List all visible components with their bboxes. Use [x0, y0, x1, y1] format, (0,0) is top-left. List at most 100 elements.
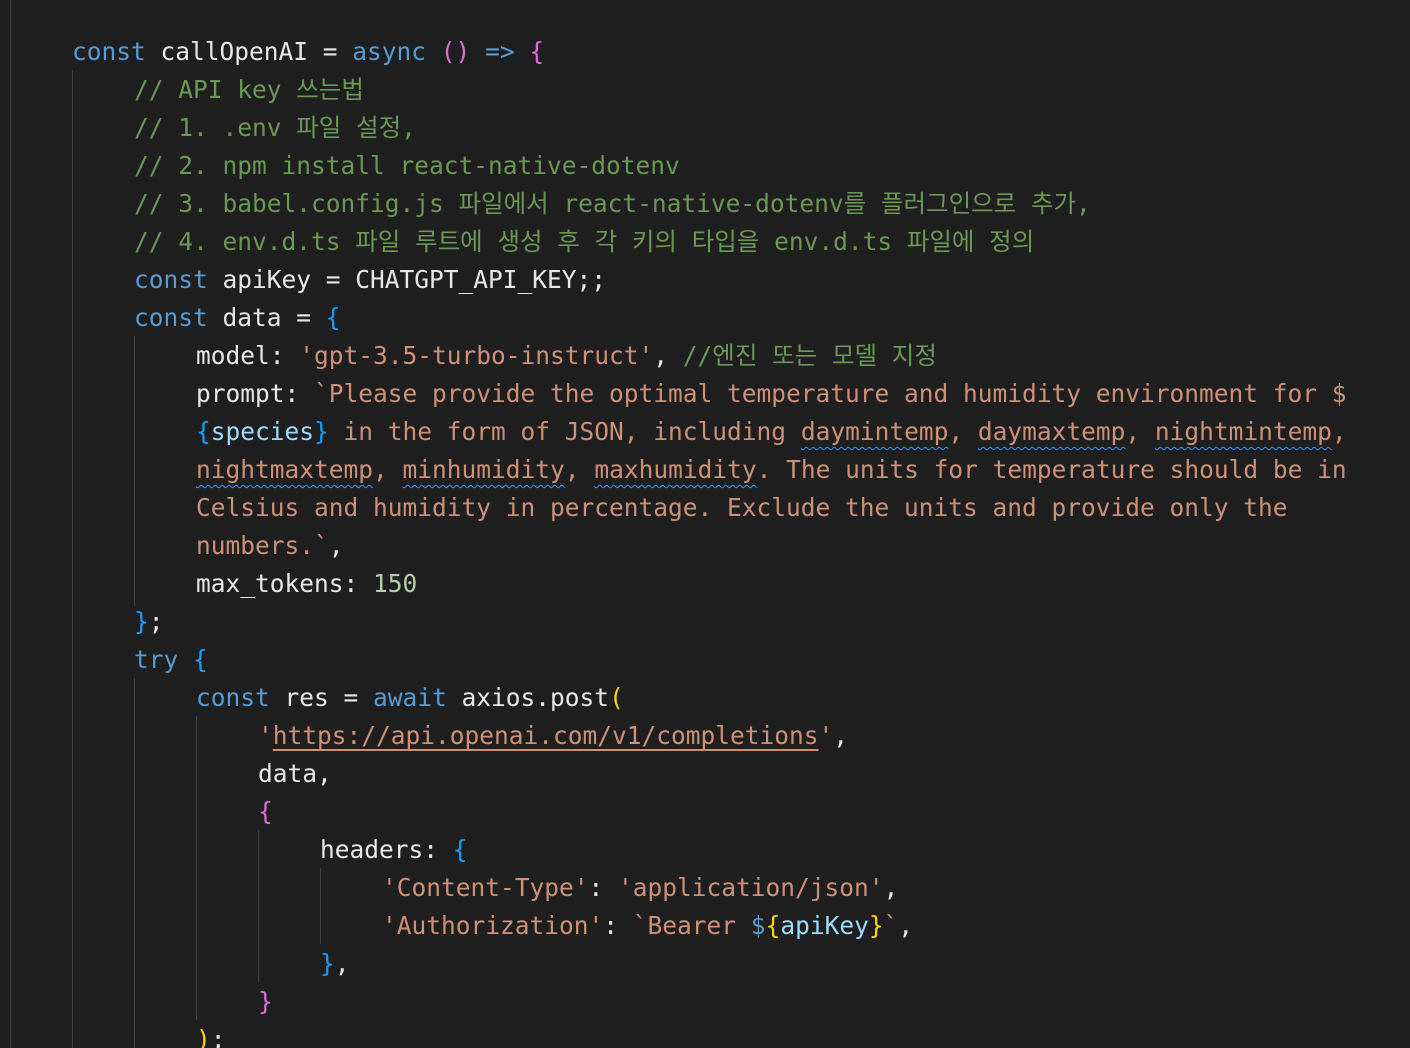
template-string: , [1331, 417, 1347, 446]
template-string: `Please provide the optimal temperature … [314, 379, 1347, 408]
template-string: Celsius and humidity in percentage. Excl… [196, 493, 1288, 522]
code-editor[interactable]: const callOpenAI = async () => { // API … [0, 0, 1410, 1048]
code-line-25[interactable]: }, [320, 945, 350, 983]
close-paren: ) [196, 1025, 211, 1048]
code-line-14[interactable]: numbers.`, [196, 527, 344, 565]
header-key: 'Authorization' [382, 911, 604, 940]
code-line-15[interactable]: max_tokens: 150 [196, 565, 417, 603]
parens: () [426, 37, 471, 66]
template-brace-open: { [196, 417, 211, 446]
property-key: model: [196, 341, 300, 370]
comma: , [328, 531, 344, 560]
code-line-27[interactable]: ); [196, 1021, 226, 1048]
property-key: headers: [320, 835, 453, 864]
template-dollar: $ [750, 911, 766, 940]
comma: , [883, 873, 899, 902]
template-string: ` [883, 911, 899, 940]
spelling-warning[interactable]: daymintemp [801, 417, 949, 446]
code-line-16[interactable]: }; [134, 603, 164, 641]
comma: , [334, 949, 350, 978]
variable-name: apiKey = [207, 265, 356, 294]
template-brace-open: { [765, 911, 781, 940]
code-line-18[interactable]: const res = await axios.post( [196, 679, 624, 717]
indent-guide [320, 868, 321, 944]
code-line-3[interactable]: // 1. .env 파일 설정, [134, 109, 416, 147]
template-string: , [948, 417, 978, 446]
code-line-9[interactable]: model: 'gpt-3.5-turbo-instruct', //엔진 또는… [196, 337, 937, 375]
template-string: . The units for temperature should be in [756, 455, 1347, 484]
spelling-warning[interactable]: nightmaxtemp [196, 455, 373, 484]
code-line-2[interactable]: // API key 쓰는법 [134, 71, 364, 109]
comma: , [653, 341, 683, 370]
comment: // 4. env.d.ts 파일 루트에 생성 후 각 키의 타입을 env.… [134, 227, 1035, 256]
code-line-7[interactable]: const apiKey = CHATGPT_API_KEY;; [134, 261, 606, 299]
keyword-const: const [72, 37, 146, 66]
comma: , [833, 721, 849, 750]
variable-name: data = [207, 303, 326, 332]
quote: ' [818, 721, 834, 750]
method-call: axios.post [446, 683, 610, 712]
keyword-try: try [134, 645, 179, 674]
template-string: `Bearer [632, 911, 751, 940]
code-line-11[interactable]: {species} in the form of JSON, including… [196, 413, 1347, 451]
template-string: in the form of JSON, including [328, 417, 801, 446]
quote: ' [258, 721, 273, 750]
code-line-1[interactable]: const callOpenAI = async () => { [72, 33, 544, 71]
constant-value: CHATGPT_API_KEY [355, 265, 577, 294]
code-line-13[interactable]: Celsius and humidity in percentage. Excl… [196, 489, 1288, 527]
template-brace-close: } [314, 417, 329, 446]
comment: // 2. npm install react-native-dotenv [134, 151, 680, 180]
code-line-21[interactable]: { [258, 793, 273, 831]
comment: // 1. .env 파일 설정, [134, 113, 416, 142]
keyword-const: const [134, 303, 208, 332]
template-string: , [564, 455, 595, 484]
code-line-10[interactable]: prompt: `Please provide the optimal temp… [196, 375, 1347, 413]
keyword-const: const [134, 265, 208, 294]
template-expression: apiKey [780, 911, 869, 940]
semicolon: ; [148, 607, 164, 636]
spelling-warning[interactable]: minhumidity [403, 455, 565, 484]
url-link[interactable]: https://api.openai.com/v1/completions [273, 721, 819, 750]
template-string: , [1125, 417, 1155, 446]
spelling-warning[interactable]: maxhumidity [594, 455, 756, 484]
code-line-23[interactable]: 'Content-Type': 'application/json', [382, 869, 898, 907]
code-line-6[interactable]: // 4. env.d.ts 파일 루트에 생성 후 각 키의 타입을 env.… [134, 223, 1034, 261]
function-name: callOpenAI = [145, 37, 353, 66]
template-brace-close: } [868, 911, 884, 940]
keyword-async: async [352, 37, 427, 66]
spelling-warning[interactable]: nightmintemp [1155, 417, 1332, 446]
open-brace: { [514, 37, 545, 66]
template-string: numbers.` [196, 531, 329, 560]
comment: // 3. babel.config.js 파일에서 react-native-… [134, 189, 1091, 218]
keyword-await: await [373, 683, 447, 712]
argument: data, [258, 759, 332, 788]
code-line-17[interactable]: try { [134, 641, 208, 679]
open-brace: { [258, 797, 273, 826]
colon: : [588, 873, 619, 902]
code-line-24[interactable]: 'Authorization': `Bearer ${apiKey}`, [382, 907, 913, 945]
indent-guide [134, 678, 135, 1048]
code-line-26[interactable]: } [258, 983, 273, 1021]
indent-guide [258, 830, 259, 982]
code-line-12[interactable]: nightmaxtemp, minhumidity, maxhumidity. … [196, 451, 1347, 489]
code-line-19[interactable]: 'https://api.openai.com/v1/completions', [258, 717, 848, 755]
indent-guide [10, 0, 11, 1048]
string-literal: 'gpt-3.5-turbo-instruct' [299, 341, 654, 370]
open-brace: { [452, 835, 468, 864]
arrow: => [470, 37, 515, 66]
open-paren: ( [609, 683, 624, 712]
spelling-warning[interactable]: daymaxtemp [978, 417, 1126, 446]
close-brace: } [258, 987, 273, 1016]
code-line-8[interactable]: const data = { [134, 299, 341, 337]
code-line-20[interactable]: data, [258, 755, 332, 793]
template-string: , [373, 455, 403, 484]
code-line-4[interactable]: // 2. npm install react-native-dotenv [134, 147, 680, 185]
code-line-22[interactable]: headers: { [320, 831, 468, 869]
comment: // API key 쓰는법 [134, 75, 364, 104]
semicolon: ; [210, 1025, 226, 1048]
open-brace: { [325, 303, 341, 332]
code-line-5[interactable]: // 3. babel.config.js 파일에서 react-native-… [134, 185, 1091, 223]
close-brace: } [320, 949, 335, 978]
number-literal: 150 [373, 569, 418, 598]
indent-guide [134, 336, 135, 606]
